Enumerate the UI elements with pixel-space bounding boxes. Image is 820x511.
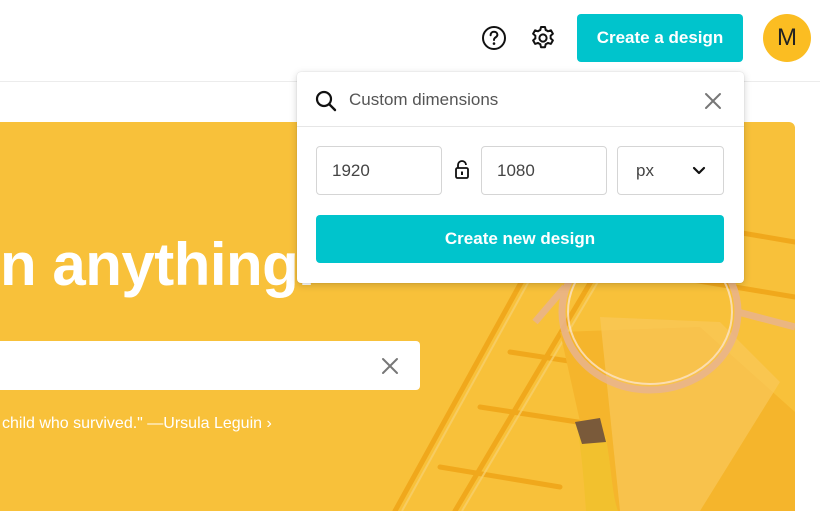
search-icon [315, 90, 337, 112]
gear-icon [532, 26, 554, 49]
settings-button[interactable] [529, 24, 557, 52]
create-new-design-button[interactable]: Create new design [316, 215, 724, 263]
create-design-button[interactable]: Create a design [577, 14, 743, 62]
hero-search-box [0, 341, 420, 390]
close-icon[interactable] [703, 91, 723, 111]
hero-quote-link[interactable]: child who survived." —Ursula Leguin › [2, 415, 272, 433]
clear-search-icon[interactable] [380, 356, 400, 376]
width-field[interactable] [316, 146, 442, 195]
unit-select[interactable]: px [617, 146, 724, 195]
height-field[interactable] [481, 146, 607, 195]
top-bar: Create a design M [0, 0, 820, 82]
dimensions-search-bar [297, 72, 744, 127]
custom-dimensions-popover: px Create new design [297, 72, 744, 283]
question-circle-icon [482, 26, 506, 50]
hero-headline: n anything. [0, 231, 315, 298]
chevron-down-icon [692, 166, 706, 175]
dimensions-search-input[interactable] [349, 86, 689, 114]
unlock-icon[interactable] [452, 159, 472, 181]
unit-select-value: px [636, 161, 654, 180]
hero-search-input[interactable] [0, 341, 360, 390]
avatar[interactable]: M [763, 14, 811, 62]
help-button[interactable] [480, 24, 508, 52]
